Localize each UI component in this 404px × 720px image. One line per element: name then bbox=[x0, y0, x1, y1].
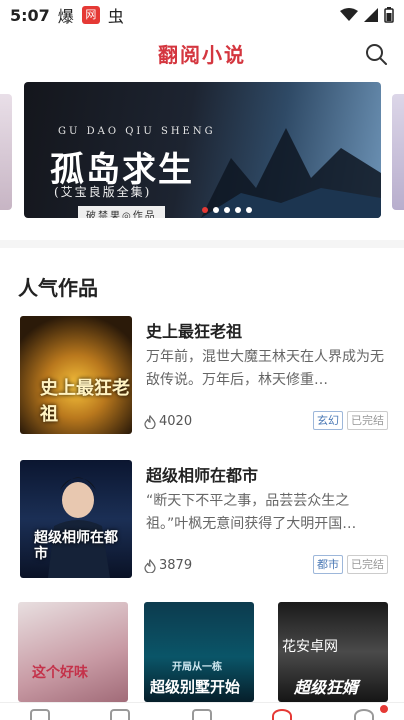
grid-cover-watermark: 花安卓网 bbox=[282, 639, 338, 655]
banner-carousel[interactable]: GU DAO QIU SHENG 孤岛求生 (艾宝良版全集) 破禁果◎作品 bbox=[0, 80, 404, 230]
book-genre-tag: 都市 bbox=[313, 555, 343, 574]
flame-icon bbox=[144, 414, 156, 429]
status-time: 5:07 bbox=[10, 5, 50, 25]
nav-home-icon[interactable] bbox=[272, 709, 292, 720]
signal-icon bbox=[364, 8, 378, 22]
grid-cover-title: 超级狂婿 bbox=[294, 678, 359, 697]
book-tags: 都市 已完结 bbox=[313, 555, 388, 574]
banner-next-peek[interactable] bbox=[392, 94, 404, 210]
banner-subtitle: (艾宝良版全集) bbox=[54, 185, 152, 199]
grid-cover-title: 这个好味 bbox=[32, 665, 88, 681]
grid-book-cover[interactable]: 这个好味 bbox=[18, 602, 128, 702]
section-title: 人气作品 bbox=[18, 276, 98, 300]
book-status-tag: 已完结 bbox=[347, 555, 388, 574]
book-cover[interactable]: 史上最狂老祖 bbox=[20, 316, 132, 434]
flame-icon bbox=[144, 558, 156, 573]
book-title[interactable]: 史上最狂老祖 bbox=[146, 318, 242, 342]
bug-icon: 虫 bbox=[107, 7, 124, 26]
status-bar: 5:07 爆 网 虫 bbox=[0, 0, 404, 30]
book-description: 万年前，混世大魔王林天在人界成为无敌传说。万年后，林天修重… bbox=[146, 349, 384, 388]
bottom-nav bbox=[0, 702, 404, 720]
section-divider bbox=[0, 240, 404, 248]
book-item[interactable]: 超级相师在都市 超级相师在都市 “断天下不平之事，品芸芸众生之祖。”叶枫无意间获… bbox=[20, 460, 390, 580]
search-icon[interactable] bbox=[364, 42, 388, 66]
wifi-icon bbox=[340, 8, 358, 21]
battery-icon bbox=[384, 7, 394, 23]
app-title: 翻阅小说 bbox=[158, 42, 246, 67]
carousel-dot[interactable] bbox=[224, 207, 230, 213]
notification-icon: 爆 bbox=[57, 7, 74, 26]
banner-pinyin: GU DAO QIU SHENG bbox=[58, 126, 216, 137]
grid-cover-title: 超级别墅开始 bbox=[150, 678, 241, 696]
book-tags: 玄幻 已完结 bbox=[313, 411, 388, 430]
book-popularity-count: 3879 bbox=[159, 558, 193, 573]
book-genre-tag: 玄幻 bbox=[313, 411, 343, 430]
book-status-tag: 已完结 bbox=[347, 411, 388, 430]
banner-author: 破禁果◎作品 bbox=[78, 206, 165, 218]
app-header: 翻阅小说 bbox=[0, 30, 404, 76]
carousel-dot[interactable] bbox=[235, 207, 241, 213]
book-title[interactable]: 超级相师在都市 bbox=[146, 462, 258, 486]
banner-prev-peek[interactable] bbox=[0, 94, 12, 210]
nav-category-icon[interactable] bbox=[192, 709, 212, 720]
carousel-dot[interactable] bbox=[202, 207, 208, 213]
book-cover-title: 超级相师在都市 bbox=[34, 530, 118, 562]
book-cover[interactable]: 超级相师在都市 bbox=[20, 460, 132, 578]
nav-bookshelf-icon[interactable] bbox=[30, 709, 50, 720]
book-popularity: 3879 bbox=[144, 558, 192, 573]
book-grid: 这个好味 开局从一栋 超级别墅开始 花安卓网 超级狂婿 bbox=[18, 602, 388, 702]
grid-cover-subtitle: 开局从一栋 bbox=[172, 662, 222, 673]
nav-library-icon[interactable] bbox=[110, 709, 130, 720]
book-popularity: 4020 bbox=[144, 414, 192, 429]
grid-book-cover[interactable]: 开局从一栋 超级别墅开始 bbox=[144, 602, 254, 702]
book-popularity-count: 4020 bbox=[159, 414, 193, 429]
book-cover-title: 史上最狂老祖 bbox=[40, 378, 130, 425]
book-description: “断天下不平之事，品芸芸众生之祖。”叶枫无意间获得了大明开国… bbox=[146, 493, 357, 532]
nav-profile-icon[interactable] bbox=[354, 709, 374, 720]
banner-slide[interactable]: GU DAO QIU SHENG 孤岛求生 (艾宝良版全集) 破禁果◎作品 bbox=[24, 82, 381, 218]
carousel-dot[interactable] bbox=[213, 207, 219, 213]
book-item[interactable]: 史上最狂老祖 史上最狂老祖 万年前，混世大魔王林天在人界成为无敌传说。万年后，林… bbox=[20, 316, 390, 436]
notification-dot bbox=[380, 705, 388, 713]
grid-book-cover[interactable]: 花安卓网 超级狂婿 bbox=[278, 602, 388, 702]
carousel-indicator bbox=[202, 207, 252, 213]
banner-artwork bbox=[201, 128, 381, 218]
carousel-dot[interactable] bbox=[246, 207, 252, 213]
app-notification-icon: 网 bbox=[81, 6, 100, 24]
